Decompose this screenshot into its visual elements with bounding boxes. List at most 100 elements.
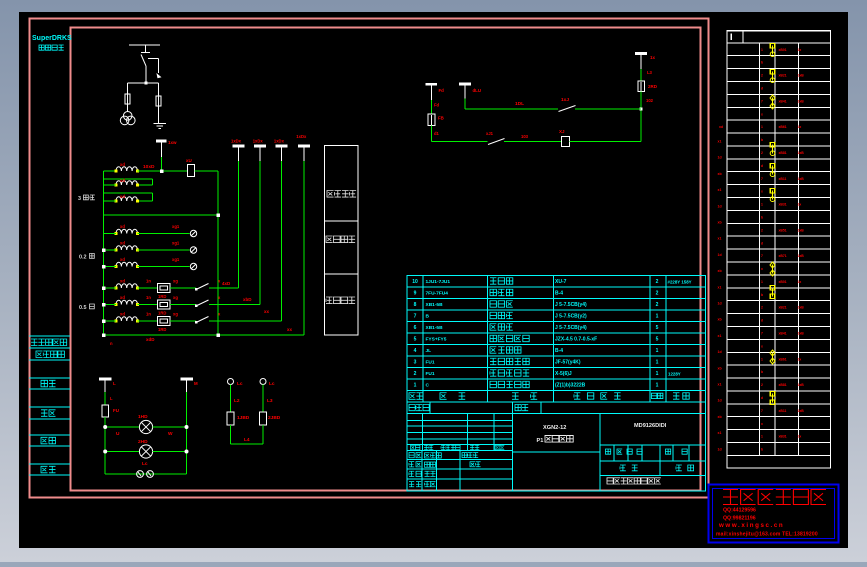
svg-text:1: 1 [656,383,659,389]
svg-text:xbD: xbD [243,297,252,302]
svg-text:1xw: 1xw [168,140,177,145]
svg-text:xg1: xg1 [172,224,180,229]
svg-text:1d: 1d [718,447,722,451]
svg-text:1d: 1d [718,253,722,257]
svg-text:xd: xd [120,178,125,183]
svg-text:b: b [761,61,763,65]
svg-text:x1: x1 [718,188,722,192]
svg-text:xd: xd [719,125,723,129]
svg-text:xb: xb [718,172,722,176]
svg-text:x1: x1 [718,285,722,289]
svg-text:6: 6 [414,325,417,331]
svg-text:W: W [168,431,173,437]
svg-text:1xDx: 1xDx [296,134,307,139]
svg-text:1x: 1x [798,125,802,129]
svg-text:xx: xx [264,309,270,314]
svg-text:2: 2 [761,74,763,78]
svg-text:d: d [761,396,763,400]
svg-text:xb: xb [718,415,722,419]
svg-text:Lc: Lc [237,381,243,387]
svg-text:xB31: xB31 [779,203,787,207]
svg-text:1xB: 1xB [798,254,805,258]
svg-text:1: 1 [656,360,659,366]
svg-text:B: B [426,314,430,320]
svg-text:xg: xg [173,295,178,300]
svg-text:B-4: B-4 [555,291,563,297]
svg-text:xg1: xg1 [172,241,180,246]
svg-text:1d: 1d [718,204,722,208]
svg-text:1x: 1x [798,357,802,361]
svg-text:x: x [761,422,763,426]
svg-text:2: 2 [761,306,763,310]
svg-text:2: 2 [761,228,763,232]
svg-text:mail:xinshejitu@163.com TEL:13: mail:xinshejitu@163.com TEL:13819200 [716,532,818,538]
svg-text:xb: xb [718,269,722,273]
svg-text:1xDx: 1xDx [274,139,285,144]
svg-text:1d: 1d [718,399,722,403]
svg-text:1: 1 [761,435,763,439]
svg-text:(Z(1)b)3222B: (Z(1)b)3222B [555,383,586,389]
svg-text:1xB: 1xB [798,228,805,232]
svg-text:2: 2 [656,291,659,297]
svg-text:b: b [761,138,763,142]
svg-text:xx: xx [287,327,293,332]
svg-text:2: 2 [761,151,763,155]
svg-text:7: 7 [761,177,763,181]
svg-text:1x: 1x [798,435,802,439]
svg-text:C: C [426,383,430,389]
svg-text:4: 4 [414,348,417,354]
svg-text:FU: FU [113,408,119,413]
svg-text:B-4: B-4 [555,348,563,354]
svg-text:xB11: xB11 [779,409,787,413]
svg-text:1RD: 1RD [158,327,166,332]
svg-text:xg: xg [173,312,178,317]
svg-text:dLU: dLU [473,88,482,93]
svg-text:1: 1 [656,371,659,377]
svg-text:xB81: xB81 [779,383,787,387]
svg-text:1HD: 1HD [138,414,148,420]
svg-text:1: 1 [414,383,417,389]
svg-text:1x: 1x [798,203,802,207]
svg-text:7: 7 [761,409,763,413]
svg-text:1: 1 [761,48,763,52]
svg-text:J 5-7.5CB(y2): J 5-7.5CB(y2) [555,314,587,320]
svg-text:102: 102 [646,98,654,103]
svg-text:JL: JL [426,348,432,354]
svg-text:xd: xd [120,241,125,246]
svg-text:5: 5 [414,337,417,343]
svg-text:1RD: 1RD [158,311,166,316]
svg-text:10xD: 10xD [143,164,155,170]
svg-text:xd: xd [120,194,125,199]
svg-text:FU1: FU1 [426,371,435,377]
svg-text:Lc: Lc [142,461,148,467]
svg-text:1xJ: 1xJ [561,97,569,103]
svg-text:n: n [110,341,113,346]
svg-text:xg1: xg1 [172,257,180,262]
svg-text:1n: 1n [146,295,151,300]
svg-text:1: 1 [656,314,659,320]
svg-text:2HD: 2HD [138,439,148,445]
svg-text:7: 7 [761,99,763,103]
svg-text:5: 5 [656,325,659,331]
svg-text:3: 3 [414,360,417,366]
svg-text:xB71: xB71 [779,254,787,258]
svg-text:XJ: XJ [559,129,565,134]
svg-text:2: 2 [761,383,763,387]
svg-text:xU: xU [186,158,192,163]
svg-text:J 5-7.5CB(y4): J 5-7.5CB(y4) [555,325,587,331]
svg-text:1d: 1d [718,156,722,160]
svg-text:7: 7 [761,332,763,336]
svg-text:FYS+FY5: FYS+FY5 [426,337,447,343]
svg-text:1: 1 [761,280,763,284]
svg-text:XGN2-12: XGN2-12 [543,425,566,431]
svg-text:d: d [761,241,763,245]
svg-text:XB1-5B: XB1-5B [426,325,444,331]
svg-text:J 5-7.5CB(y4): J 5-7.5CB(y4) [555,302,587,308]
svg-text:xB61: xB61 [779,125,787,129]
svg-text:Fd: Fd [439,88,445,93]
svg-text:xdD: xdD [146,337,155,342]
svg-text:XU-7: XU-7 [555,279,567,285]
svg-text:b: b [761,215,763,219]
svg-text:2: 2 [656,302,659,308]
svg-text:1: 1 [761,357,763,361]
